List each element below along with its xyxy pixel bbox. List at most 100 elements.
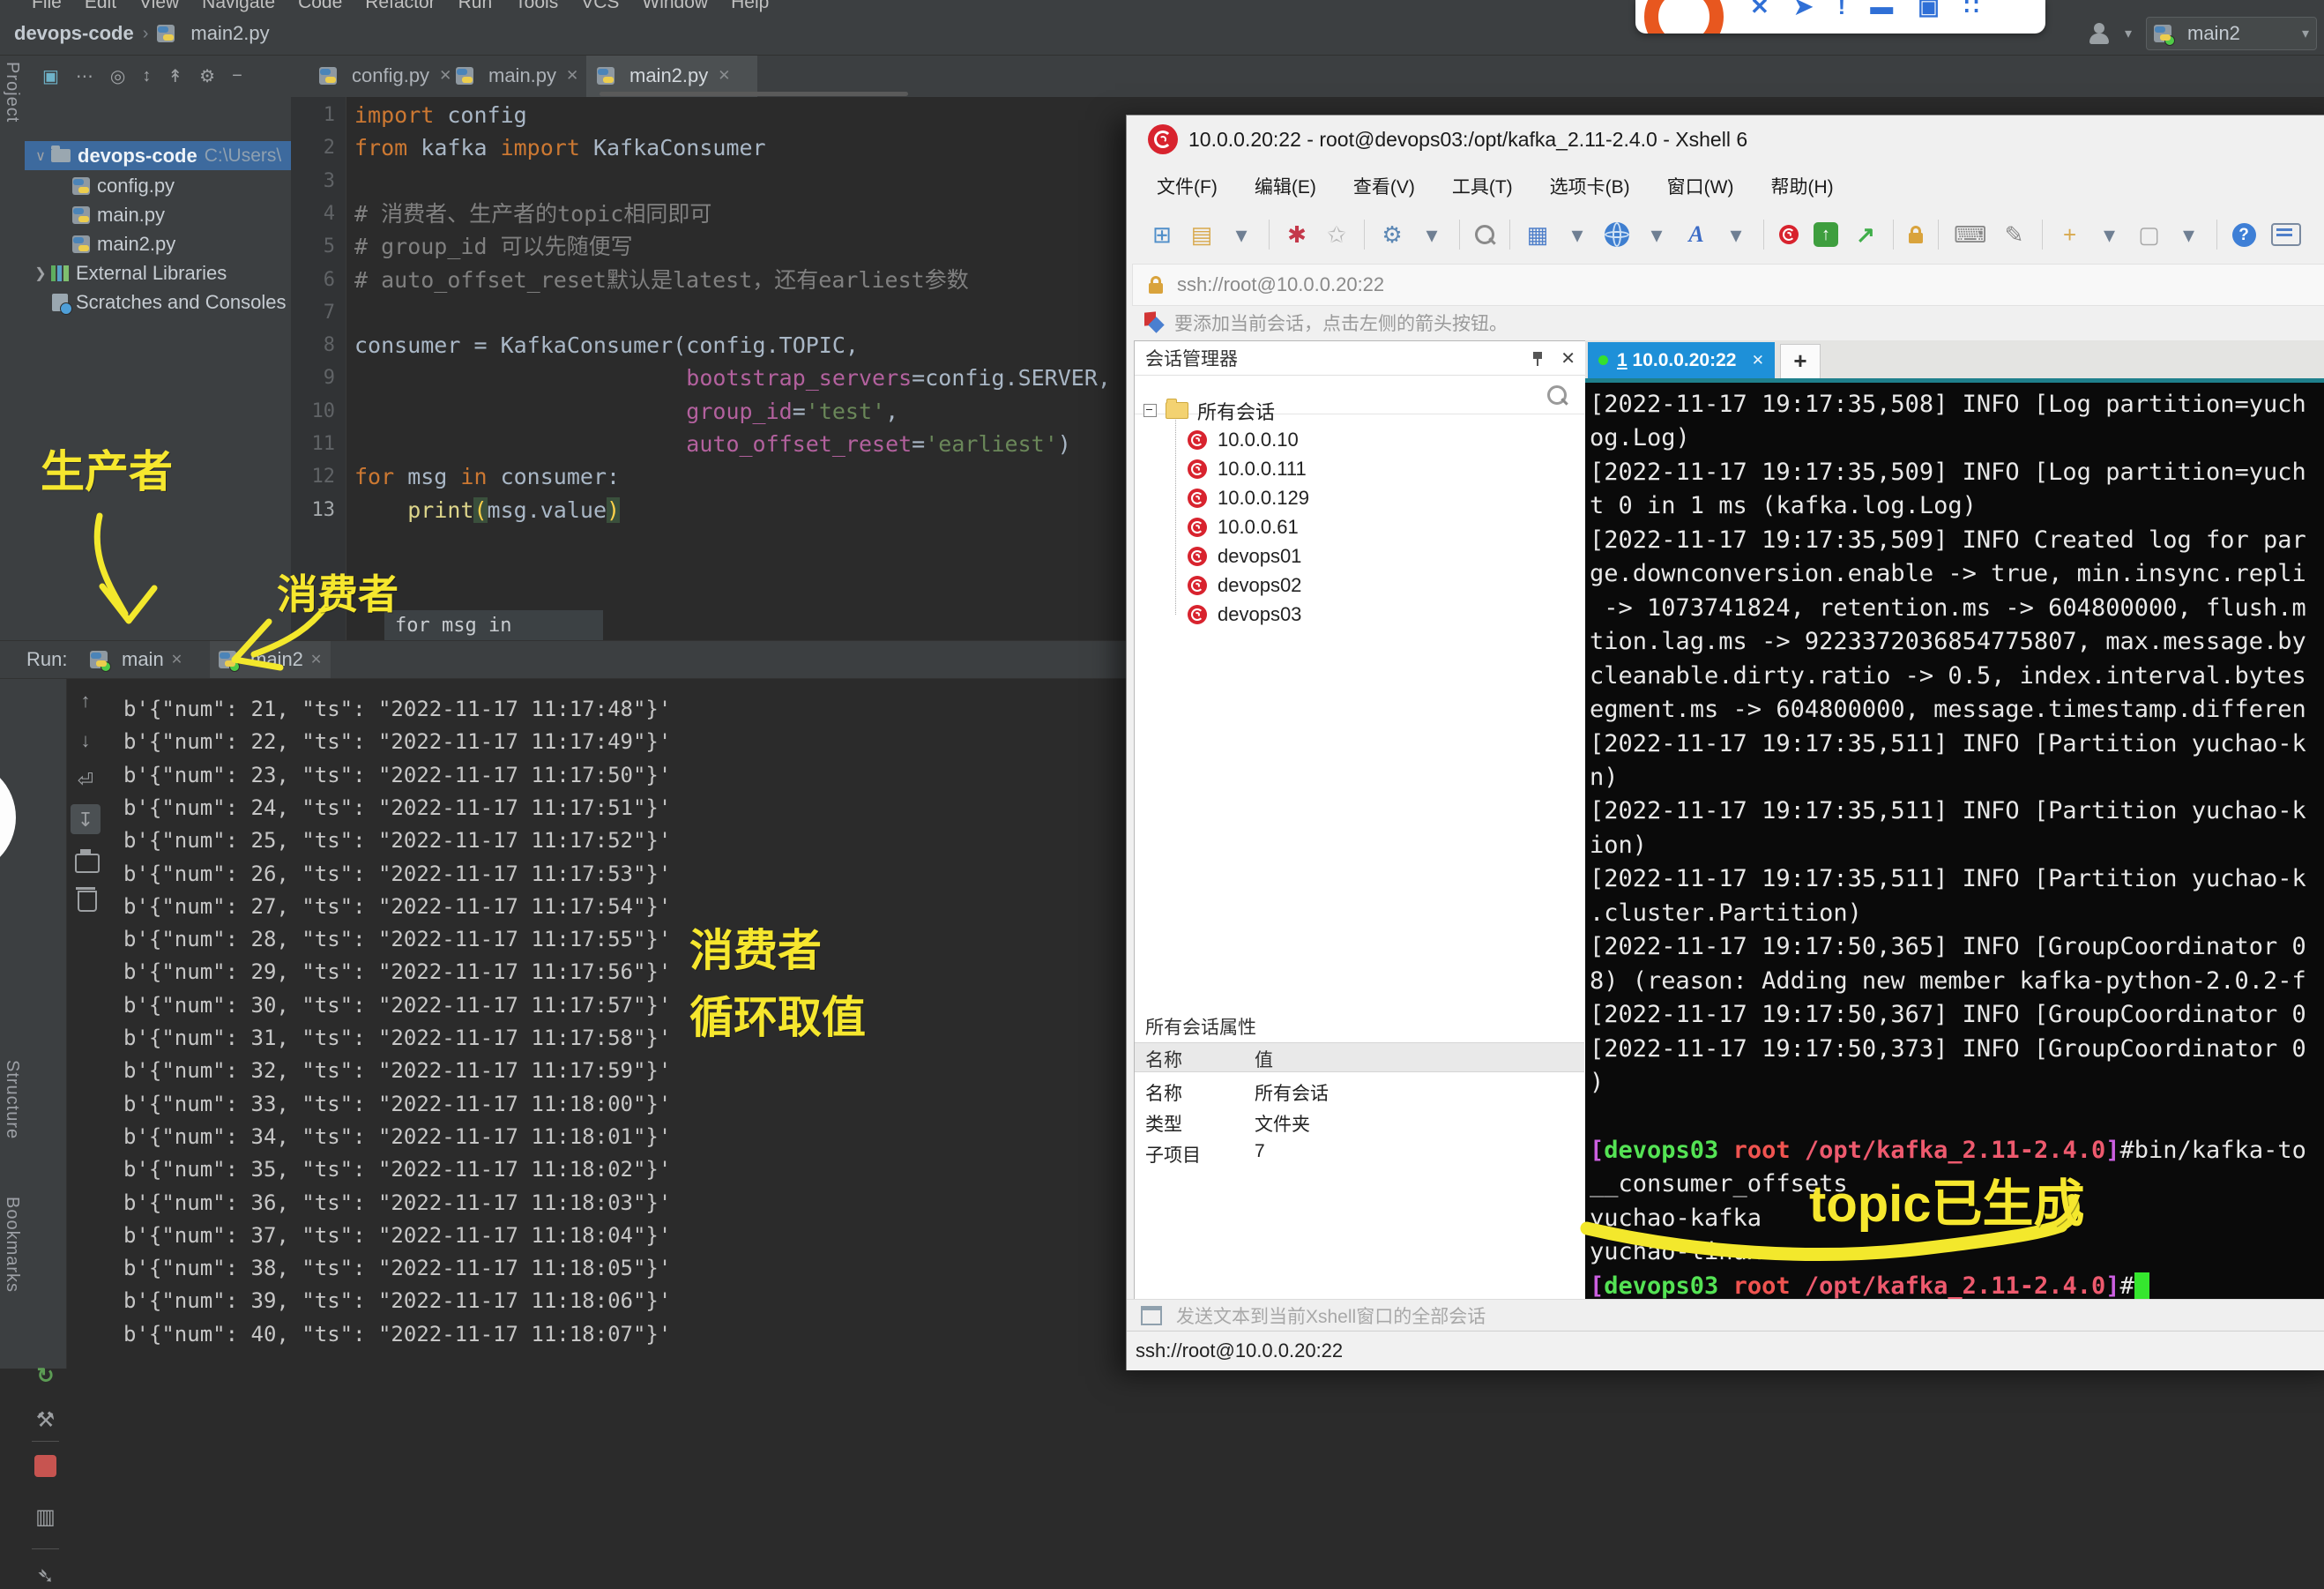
settings-dropdown-icon[interactable]: ▾ — [1419, 221, 1444, 249]
stop-button[interactable] — [34, 1455, 56, 1477]
tree-item-config-py[interactable]: config.py — [25, 171, 291, 200]
expand-all-icon[interactable]: ↕ — [142, 66, 151, 86]
rec-box-icon[interactable]: ▣ — [1918, 0, 1940, 20]
font-icon[interactable]: A — [1684, 221, 1709, 248]
run-tab-main2[interactable]: main2✕ — [210, 641, 331, 678]
scroll-to-end-icon[interactable]: ↧ — [66, 809, 105, 832]
xshell-menu-V[interactable]: 查看(V) — [1353, 173, 1415, 199]
collapse-expander-icon[interactable] — [1143, 404, 1157, 417]
tree-item-main-py[interactable]: main.py — [25, 200, 291, 229]
stripe-structure-button[interactable]: Structure — [2, 1060, 22, 1139]
hide-panel-icon[interactable]: − — [232, 66, 242, 86]
menu-edit[interactable]: Edit — [85, 0, 116, 12]
pin-tab-icon[interactable]: ➴ — [25, 1563, 66, 1589]
menu-navigate[interactable]: Navigate — [202, 0, 275, 12]
recorder-logo-icon[interactable] — [1644, 0, 1724, 34]
run-configuration-selector[interactable]: main2 ▾ — [2146, 17, 2317, 50]
session-root-folder[interactable]: 所有会话 — [1135, 396, 1584, 425]
close-panel-icon[interactable]: ✕ — [1561, 347, 1575, 369]
session-item-10-0-0-111[interactable]: 10.0.0.111 — [1135, 454, 1637, 483]
session-item-devops03[interactable]: devops03 — [1135, 600, 1637, 629]
virtual-keyboard-icon[interactable]: ⌨ — [1954, 221, 1987, 249]
xshell-menu-H[interactable]: 帮助(H) — [1770, 173, 1833, 199]
stripe-bookmarks-button[interactable]: Bookmarks — [2, 1197, 22, 1293]
menu-view[interactable]: View — [139, 0, 179, 12]
collapse-all-icon[interactable]: ↟ — [168, 65, 182, 87]
soft-wrap-icon[interactable]: ⏎ — [66, 769, 105, 792]
xftp-icon[interactable]: ↑ — [1814, 222, 1838, 247]
menu-help[interactable]: Help — [731, 0, 769, 12]
rec-alert-icon[interactable]: ! — [1838, 0, 1846, 20]
theme-icon[interactable]: ▢ — [2137, 221, 2162, 249]
close-tab-icon[interactable]: ✕ — [171, 651, 182, 668]
help-icon[interactable]: ? — [2232, 223, 2256, 247]
menu-window[interactable]: Window — [642, 0, 708, 12]
fullscreen-icon[interactable]: ↗ — [1853, 221, 1878, 249]
rec-more-icon[interactable]: ∷ — [1964, 0, 1979, 20]
stripe-project-button[interactable]: Project — [2, 62, 22, 123]
close-tab-icon[interactable]: ✕ — [1752, 352, 1764, 369]
rec-play-icon[interactable]: ➤ — [1794, 0, 1814, 20]
close-tab-icon[interactable]: ✕ — [566, 67, 578, 85]
terminal-settings-icon[interactable]: ⚙ — [1380, 221, 1404, 249]
feedback-icon[interactable] — [2271, 223, 2301, 246]
open-session-icon[interactable]: ▤ — [1189, 221, 1214, 249]
session-item-10-0-0-10[interactable]: 10.0.0.10 — [1135, 425, 1637, 454]
rec-bar-icon[interactable]: ▬ — [1870, 0, 1893, 20]
theme-dropdown-icon[interactable]: ▾ — [2177, 221, 2201, 249]
session-item-devops01[interactable]: devops01 — [1135, 541, 1637, 571]
encoding-globe-icon[interactable] — [1605, 222, 1629, 247]
editor-tab-config-py[interactable]: config.py✕ — [309, 55, 453, 97]
menu-run[interactable]: Run — [458, 0, 493, 12]
session-item-devops02[interactable]: devops02 — [1135, 571, 1637, 600]
pin-panel-icon[interactable] — [1531, 350, 1546, 366]
xshell-menu-E[interactable]: 编辑(E) — [1255, 173, 1316, 199]
font-dropdown-icon[interactable]: ▾ — [1724, 221, 1748, 249]
xshell-titlebar[interactable]: 10.0.0.20:22 - root@devops03:/opt/kafka_… — [1127, 116, 2324, 164]
new-session-icon[interactable]: ⊞ — [1150, 221, 1174, 249]
restore-layout-icon[interactable]: ▥ — [25, 1504, 66, 1530]
run-console-output[interactable]: b'{"num": 21, "ts": "2022-11-17 11:17:48… — [123, 677, 758, 1369]
layout-dropdown-icon[interactable]: ▾ — [1565, 221, 1590, 249]
close-tab-icon[interactable]: ✕ — [718, 67, 730, 85]
lock-icon[interactable] — [1909, 233, 1923, 243]
up-stacktrace-icon[interactable]: ↑ — [66, 690, 105, 712]
session-star-icon[interactable]: ✩ — [1324, 221, 1349, 249]
rec-close-icon[interactable]: ✕ — [1750, 0, 1769, 20]
down-stacktrace-icon[interactable]: ↓ — [66, 729, 105, 752]
send-text-row[interactable]: 发送文本到当前Xshell窗口的全部会话 — [1127, 1299, 2324, 1332]
menu-refactor[interactable]: Refactor — [365, 0, 435, 12]
session-properties-icon[interactable]: ✱ — [1285, 221, 1309, 249]
editor-scrollbar[interactable] — [600, 92, 908, 96]
chevron-icon[interactable]: ❯ — [32, 265, 49, 282]
menu-vcs[interactable]: VCS — [581, 0, 619, 12]
highlight-pen-icon[interactable]: ✎ — [2002, 221, 2027, 249]
more-options-icon[interactable]: ⋯ — [76, 65, 93, 87]
breadcrumb-file[interactable]: main2.py — [190, 22, 269, 45]
terminal-screen[interactable]: [2022-11-17 19:17:35,508] INFO [Log part… — [1585, 383, 2324, 1299]
layout-icon[interactable]: ▦ — [1525, 221, 1550, 249]
menu-tools[interactable]: Tools — [515, 0, 558, 12]
user-icon[interactable] — [2088, 22, 2111, 45]
run-settings-icon[interactable]: ⚒ — [25, 1407, 66, 1433]
xshell-icon[interactable] — [1779, 225, 1799, 244]
run-tab-main[interactable]: main✕ — [81, 641, 191, 678]
settings-icon[interactable]: ⚙ — [199, 65, 215, 87]
xshell-menu-T[interactable]: 工具(T) — [1452, 173, 1513, 199]
xshell-menu-W[interactable]: 窗口(W) — [1667, 173, 1734, 199]
encoding-dropdown-icon[interactable]: ▾ — [1644, 221, 1669, 249]
new-folder-dropdown-icon[interactable]: ▾ — [2097, 221, 2122, 249]
locate-icon[interactable]: ◎ — [110, 65, 125, 87]
open-dropdown-icon[interactable]: ▾ — [1229, 221, 1254, 249]
chevron-icon[interactable]: ∨ — [32, 147, 49, 165]
tree-item-external-libraries[interactable]: ❯External Libraries — [25, 258, 291, 287]
new-folder-icon[interactable]: + — [2058, 221, 2082, 249]
menu-code[interactable]: Code — [298, 0, 342, 12]
session-item-10-0-0-61[interactable]: 10.0.0.61 — [1135, 512, 1637, 541]
terminal-tab-active[interactable]: 1 10.0.0.20:22 ✕ — [1588, 342, 1775, 378]
session-item-10-0-0-129[interactable]: 10.0.0.129 — [1135, 483, 1637, 512]
search-icon[interactable] — [1475, 225, 1494, 244]
user-dropdown-icon[interactable]: ▾ — [2125, 25, 2132, 42]
xshell-addressbar[interactable]: ssh://root@10.0.0.20:22 — [1132, 264, 2324, 306]
close-tab-icon[interactable]: ✕ — [310, 651, 322, 668]
